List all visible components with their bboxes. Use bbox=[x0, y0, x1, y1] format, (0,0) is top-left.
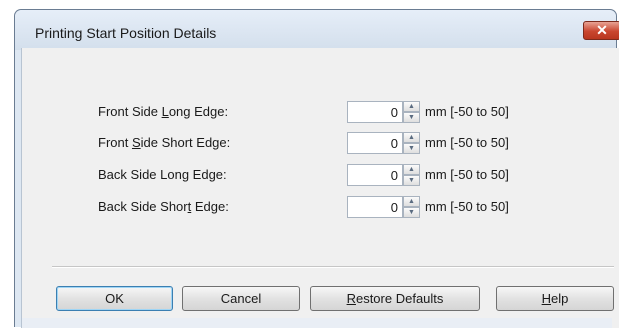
back-side-long-edge-range: mm [-50 to 50] bbox=[425, 167, 509, 182]
down-arrow-icon: ▼ bbox=[408, 177, 415, 184]
close-button[interactable]: ✕ bbox=[583, 21, 619, 40]
front-side-long-edge-input[interactable] bbox=[347, 101, 403, 123]
back-side-long-edge-spinner: ▲ ▼ bbox=[403, 164, 420, 186]
close-icon: ✕ bbox=[596, 22, 608, 38]
spin-up-button[interactable]: ▲ bbox=[403, 196, 420, 207]
spin-down-button[interactable]: ▼ bbox=[403, 112, 420, 123]
front-side-long-edge-row: Front Side Long Edge: ▲ ▼ mm [-50 to 50] bbox=[22, 101, 619, 123]
spin-down-button[interactable]: ▼ bbox=[403, 175, 420, 186]
back-side-short-edge-range: mm [-50 to 50] bbox=[425, 199, 509, 214]
spin-up-button[interactable]: ▲ bbox=[403, 164, 420, 175]
up-arrow-icon: ▲ bbox=[408, 134, 415, 141]
spin-down-button[interactable]: ▼ bbox=[403, 143, 420, 154]
up-arrow-icon: ▲ bbox=[408, 198, 415, 205]
back-side-short-edge-label: Back Side Short Edge: bbox=[98, 199, 229, 214]
back-side-short-edge-input[interactable] bbox=[347, 196, 403, 218]
front-side-short-edge-row: Front Side Short Edge: ▲ ▼ mm [-50 to 50… bbox=[22, 132, 619, 154]
divider bbox=[52, 266, 614, 268]
front-side-long-edge-label: Front Side Long Edge: bbox=[98, 104, 229, 119]
restore-defaults-button[interactable]: Restore Defaults bbox=[310, 286, 480, 311]
up-arrow-icon: ▲ bbox=[408, 166, 415, 173]
down-arrow-icon: ▼ bbox=[408, 114, 415, 121]
down-arrow-icon: ▼ bbox=[408, 209, 415, 216]
front-side-short-edge-input[interactable] bbox=[347, 132, 403, 154]
front-side-long-edge-spinner: ▲ ▼ bbox=[403, 101, 420, 123]
back-side-short-edge-spinner: ▲ ▼ bbox=[403, 196, 420, 218]
dialog-window: Printing Start Position Details ✕ Front … bbox=[14, 9, 619, 328]
back-side-long-edge-row: Back Side Long Edge: ▲ ▼ mm [-50 to 50] bbox=[22, 164, 619, 186]
front-side-short-edge-label: Front Side Short Edge: bbox=[98, 135, 231, 150]
front-side-long-edge-range: mm [-50 to 50] bbox=[425, 104, 509, 119]
down-arrow-icon: ▼ bbox=[408, 145, 415, 152]
front-side-short-edge-range: mm [-50 to 50] bbox=[425, 135, 509, 150]
spin-down-button[interactable]: ▼ bbox=[403, 207, 420, 218]
front-side-short-edge-spinner: ▲ ▼ bbox=[403, 132, 420, 154]
title-bar: Printing Start Position Details ✕ bbox=[15, 10, 619, 50]
back-side-long-edge-input[interactable] bbox=[347, 164, 403, 186]
ok-button[interactable]: OK bbox=[56, 286, 173, 311]
up-arrow-icon: ▲ bbox=[408, 103, 415, 110]
cancel-button[interactable]: Cancel bbox=[182, 286, 300, 311]
dialog-title: Printing Start Position Details bbox=[35, 25, 217, 41]
back-side-long-edge-label: Back Side Long Edge: bbox=[98, 167, 227, 182]
spin-up-button[interactable]: ▲ bbox=[403, 132, 420, 143]
dialog-body: Front Side Long Edge: ▲ ▼ mm [-50 to 50]… bbox=[21, 48, 619, 328]
back-side-short-edge-row: Back Side Short Edge: ▲ ▼ mm [-50 to 50] bbox=[22, 196, 619, 218]
help-button[interactable]: Help bbox=[496, 286, 614, 311]
spin-up-button[interactable]: ▲ bbox=[403, 101, 420, 112]
